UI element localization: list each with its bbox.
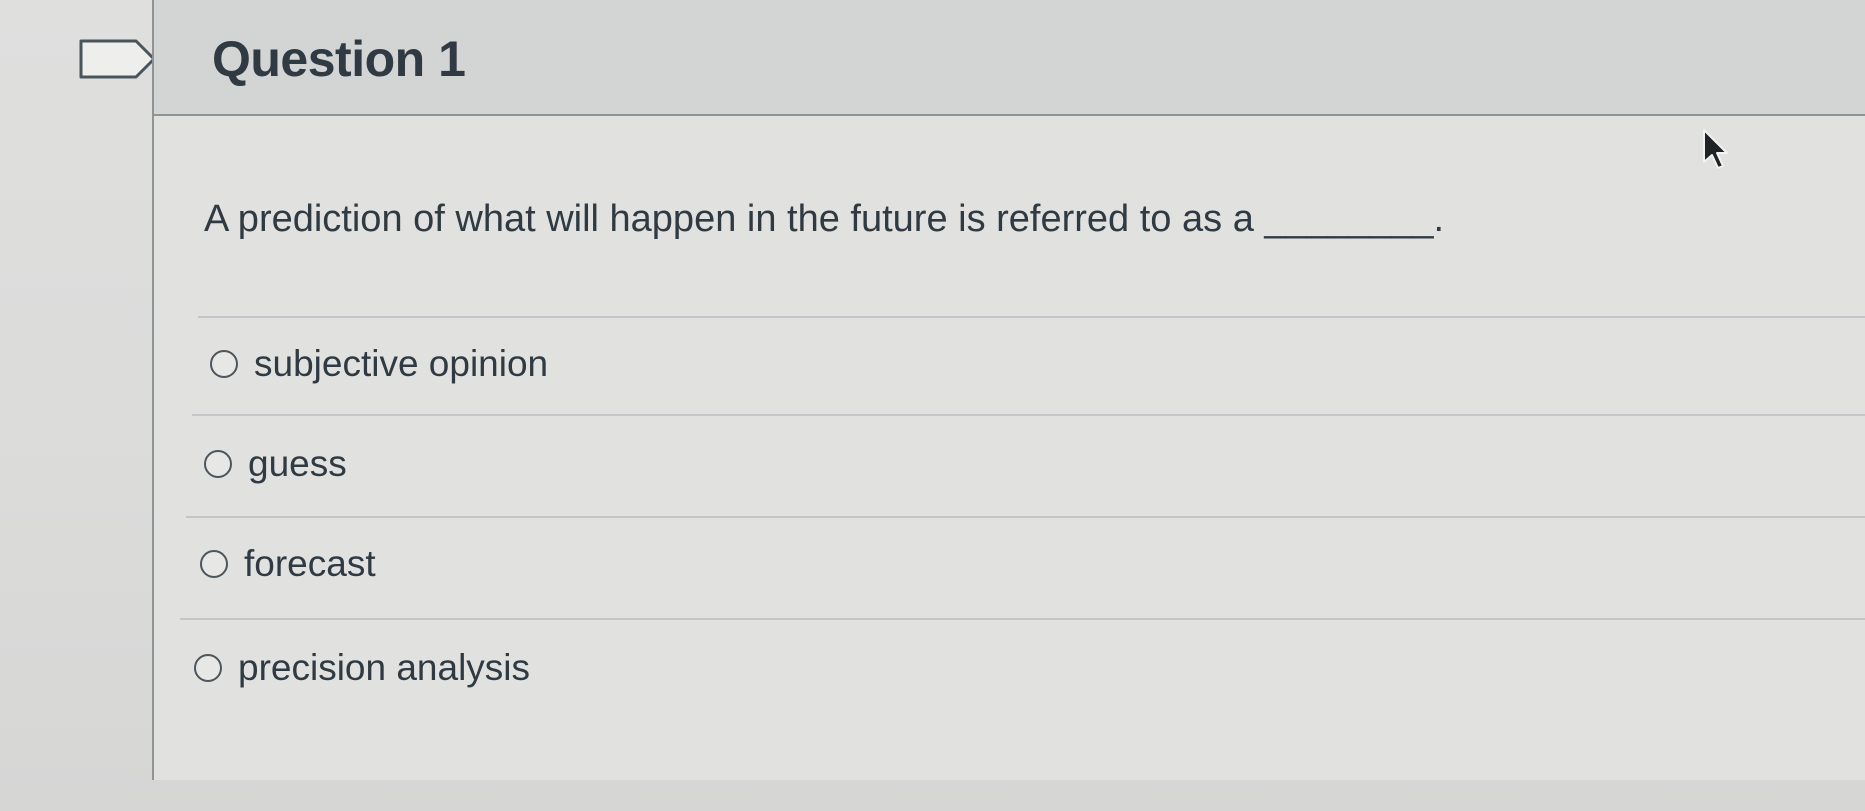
flag-question-icon[interactable] (78, 38, 158, 80)
question-prompt: A prediction of what will happen in the … (204, 198, 1445, 240)
divider (192, 414, 1865, 416)
question-card: Question 1 A prediction of what will hap… (152, 0, 1865, 780)
question-body: A prediction of what will happen in the … (154, 116, 1865, 780)
answer-label: forecast (244, 543, 376, 584)
answer-label: guess (248, 443, 347, 484)
answer-option-subjective-opinion[interactable]: subjective opinion (210, 334, 548, 394)
answer-label: subjective opinion (254, 343, 549, 384)
answer-option-precision-analysis[interactable]: precision analysis (194, 638, 530, 698)
answer-option-guess[interactable]: guess (204, 434, 347, 494)
radio-button[interactable] (210, 350, 238, 378)
divider (198, 316, 1865, 318)
question-title: Question 1 (212, 31, 466, 87)
divider (186, 516, 1865, 518)
mouse-pointer-icon (1703, 129, 1728, 169)
radio-button[interactable] (194, 654, 222, 682)
question-header: Question 1 (154, 0, 1865, 116)
radio-button[interactable] (200, 550, 228, 578)
divider (180, 618, 1865, 620)
radio-button[interactable] (204, 450, 232, 478)
answer-option-forecast[interactable]: forecast (200, 534, 376, 594)
answer-label: precision analysis (238, 647, 531, 688)
quiz-page: Question 1 A prediction of what will hap… (0, 0, 1865, 811)
